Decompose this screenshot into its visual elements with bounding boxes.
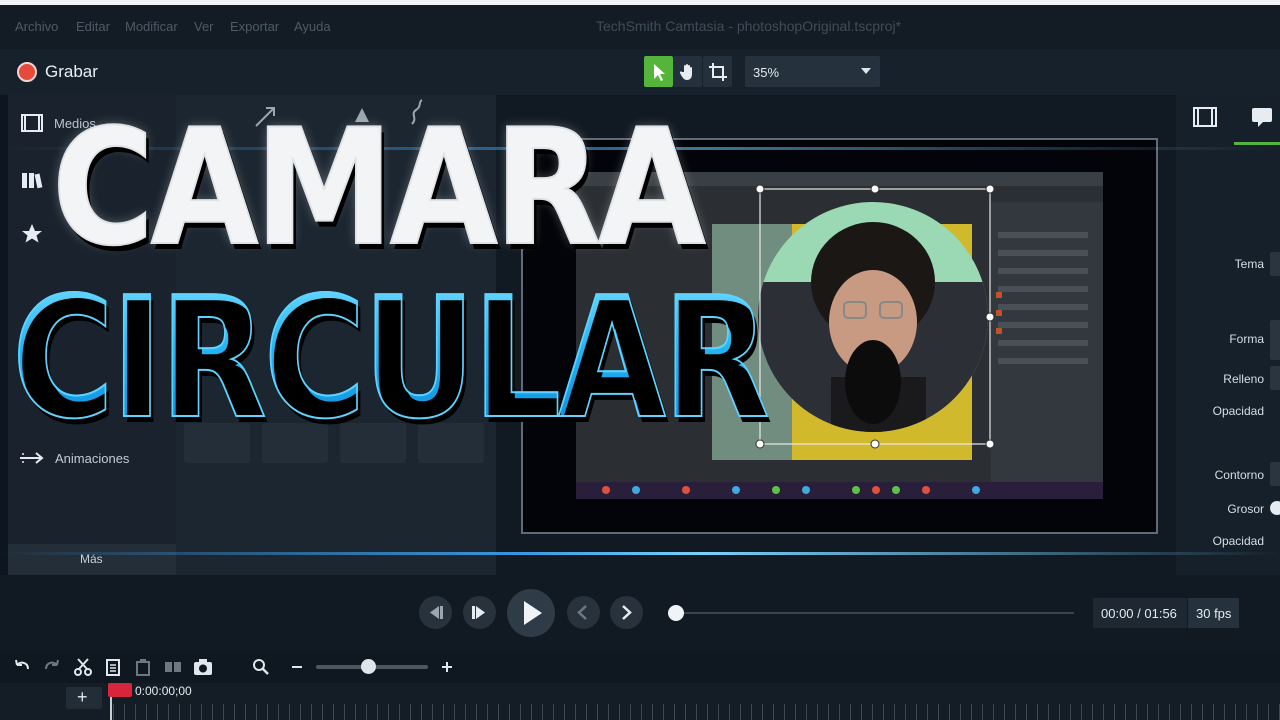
- plus-icon: +: [77, 687, 88, 707]
- prop-label-opacidad: Opacidad: [1212, 404, 1264, 418]
- prop-label-relleno: Relleno: [1223, 372, 1264, 386]
- fill-color-picker[interactable]: [1270, 366, 1280, 390]
- timeline-ruler[interactable]: [113, 704, 1280, 720]
- prop-label-opacidad-contorno: Opacidad: [1212, 534, 1264, 548]
- menu-exportar[interactable]: Exportar: [230, 19, 279, 34]
- fps-value: 30 fps: [1196, 606, 1232, 621]
- step-back-icon: [430, 606, 443, 619]
- record-icon[interactable]: [17, 62, 37, 82]
- zoom-magnifier-icon[interactable]: [251, 657, 271, 677]
- pan-tool-button[interactable]: [673, 56, 702, 87]
- zoom-in-icon[interactable]: [437, 657, 457, 677]
- zoom-out-icon[interactable]: [287, 657, 307, 677]
- chevron-down-icon: [861, 68, 871, 74]
- menu-modificar[interactable]: Modificar: [125, 19, 178, 34]
- redo-icon[interactable]: [42, 657, 62, 677]
- prop-label-contorno: Contorno: [1214, 468, 1264, 482]
- crop-tool-button[interactable]: [703, 56, 732, 87]
- prop-label-forma: Forma: [1229, 332, 1264, 346]
- playhead-line: [110, 697, 112, 720]
- shape-selector[interactable]: [1270, 320, 1280, 360]
- hand-icon: [679, 64, 692, 80]
- arrow-cursor-icon: [654, 64, 665, 81]
- headline-line-1: CAMARA: [51, 93, 706, 282]
- step-back-button[interactable]: [419, 596, 452, 629]
- zoom-value: 35%: [753, 65, 780, 80]
- select-tool-button[interactable]: [644, 56, 673, 87]
- zoom-dropdown[interactable]: 35%: [745, 56, 880, 87]
- time-value: 00:00 / 01:56: [1101, 606, 1177, 621]
- film-icon[interactable]: [21, 113, 43, 133]
- glow-line-decoration: [0, 552, 1280, 555]
- copy-icon[interactable]: [103, 657, 123, 677]
- menu-ver[interactable]: Ver: [194, 19, 214, 34]
- library-icon[interactable]: [21, 170, 43, 190]
- active-tab-indicator: [1234, 142, 1280, 145]
- chevron-left-icon: [577, 605, 587, 620]
- chevron-right-icon: [622, 605, 632, 620]
- menu-ayuda[interactable]: Ayuda: [294, 19, 331, 34]
- split-icon[interactable]: [163, 657, 183, 677]
- edit-toolbar: [0, 652, 1280, 683]
- undo-icon[interactable]: [12, 657, 32, 677]
- annotation-properties-icon[interactable]: [1250, 106, 1274, 128]
- next-marker-button[interactable]: [610, 596, 643, 629]
- timeline-zoom-knob[interactable]: [361, 659, 376, 674]
- playhead-time: 0:00:00;00: [135, 684, 192, 698]
- film-properties-icon[interactable]: [1193, 106, 1217, 128]
- theme-dropdown[interactable]: [1270, 252, 1280, 276]
- scrubber-track[interactable]: [676, 612, 1074, 614]
- time-display: 00:00 / 01:56: [1093, 598, 1187, 628]
- scissors-icon[interactable]: [73, 657, 93, 677]
- camera-icon[interactable]: [193, 657, 213, 677]
- outline-color-picker[interactable]: [1270, 462, 1280, 486]
- scrubber-knob[interactable]: [668, 605, 684, 621]
- step-forward-button[interactable]: [463, 596, 496, 629]
- menu-archivo[interactable]: Archivo: [15, 19, 58, 34]
- step-forward-icon: [472, 606, 485, 619]
- prop-label-tema: Tema: [1234, 257, 1264, 271]
- crop-icon: [709, 63, 727, 81]
- add-track-button[interactable]: +: [66, 687, 102, 709]
- window-title: TechSmith Camtasia - photoshopOriginal.t…: [596, 18, 902, 34]
- menu-editar[interactable]: Editar: [76, 19, 110, 34]
- star-icon[interactable]: [21, 223, 43, 243]
- previous-marker-button[interactable]: [567, 596, 600, 629]
- more-button[interactable]: Más: [8, 544, 176, 575]
- paste-icon[interactable]: [133, 657, 153, 677]
- headline-line-2: CIRCULAR: [11, 261, 771, 457]
- prop-label-grosor: Grosor: [1227, 502, 1264, 516]
- thickness-slider-knob[interactable]: [1270, 501, 1280, 515]
- main-toolbar: [0, 49, 1280, 95]
- record-button-label[interactable]: Grabar: [45, 62, 98, 82]
- play-icon: [524, 601, 542, 625]
- playhead-handle[interactable]: [108, 683, 132, 697]
- fps-dropdown[interactable]: 30 fps: [1188, 598, 1239, 628]
- play-button[interactable]: [507, 589, 555, 637]
